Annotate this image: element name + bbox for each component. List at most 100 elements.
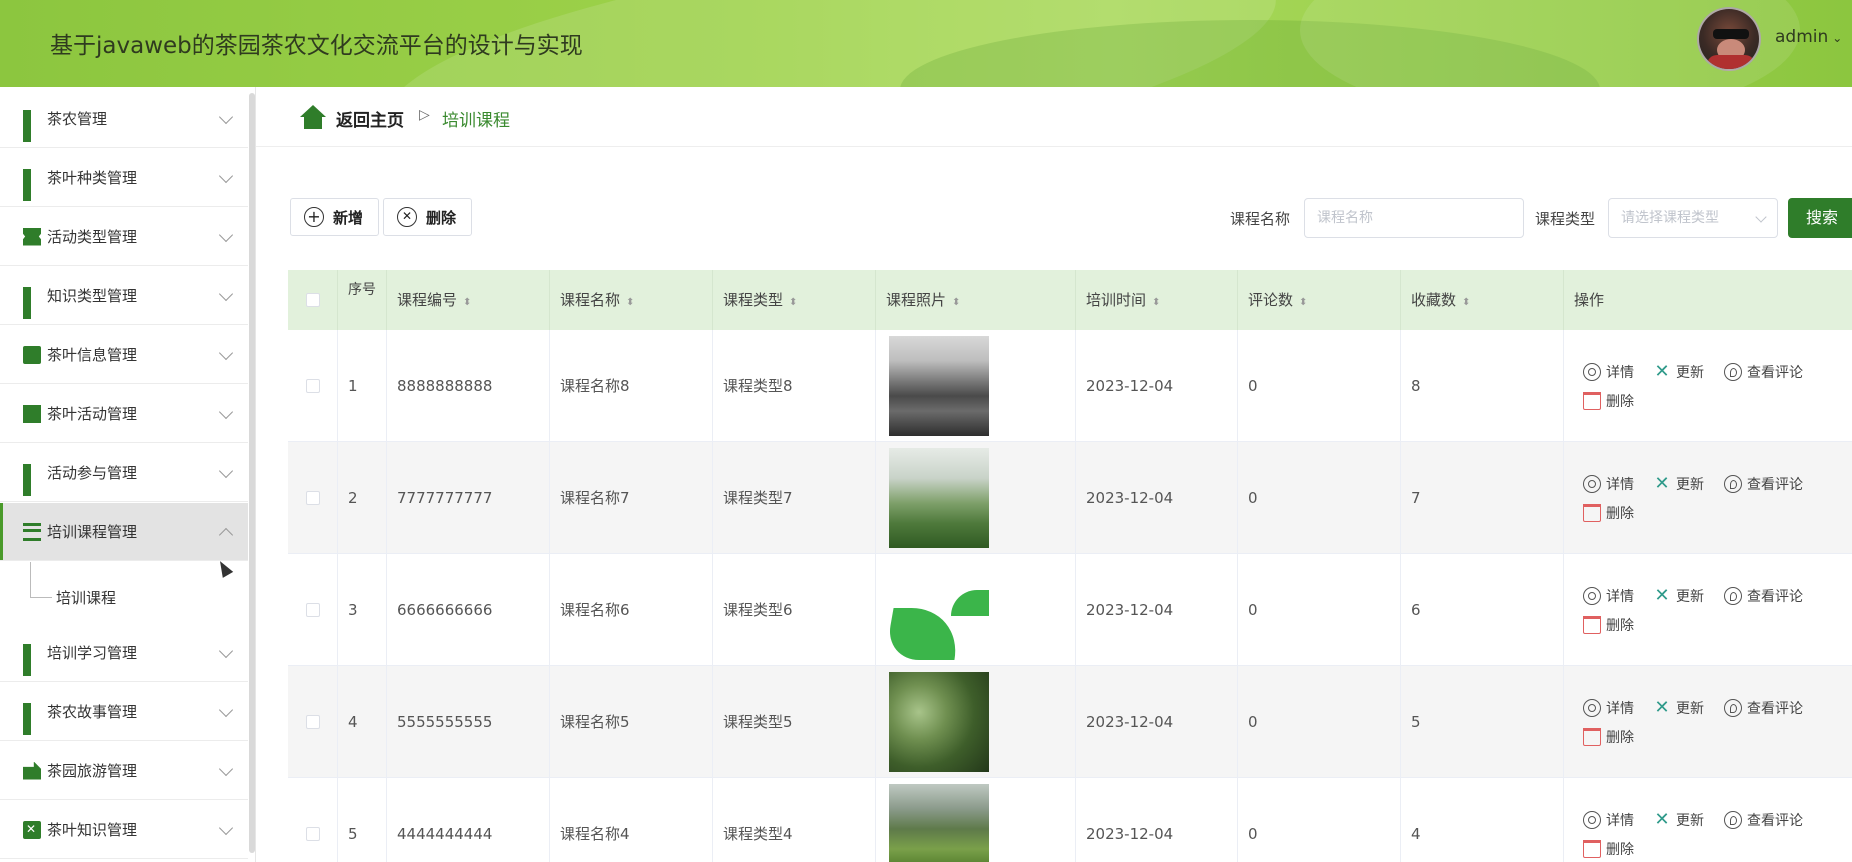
user-menu[interactable]: admin ⌄ <box>1775 27 1842 47</box>
breadcrumb-separator-icon: ▷ <box>419 107 430 123</box>
header-actions: 操作 <box>1574 291 1605 309</box>
select-all-checkbox[interactable] <box>306 293 320 307</box>
sidebar: 茶农管理 茶叶种类管理 活动类型管理 知识类型管理 茶叶信息管理 茶叶活动管理 … <box>0 87 256 862</box>
sidebar-subitem-training-course[interactable]: 培训课程 <box>0 562 248 624</box>
course-photo[interactable] <box>889 784 989 862</box>
header-type[interactable]: 课程类型 ⬍ <box>713 270 876 330</box>
sort-icon[interactable]: ⬍ <box>1152 297 1160 308</box>
header-favs[interactable]: 收藏数 ⬍ <box>1401 270 1564 330</box>
update-button[interactable]: ✕ 更新 <box>1653 698 1704 718</box>
wrench-icon: ✕ <box>1654 361 1670 382</box>
sort-icon[interactable]: ⬍ <box>1299 297 1307 308</box>
detail-label: 详情 <box>1606 813 1634 829</box>
row-checkbox[interactable] <box>306 379 320 393</box>
course-photo[interactable] <box>889 672 989 772</box>
row-delete-button[interactable]: 删除 <box>1583 727 1634 747</box>
course-type-select[interactable]: 请选择课程类型 <box>1608 198 1778 238</box>
grid-icon <box>23 286 41 319</box>
view-comments-button[interactable]: 查看评论 <box>1724 586 1803 606</box>
row-delete-button[interactable]: 删除 <box>1583 839 1634 859</box>
view-comments-button[interactable]: 查看评论 <box>1724 362 1803 382</box>
sort-icon[interactable]: ⬍ <box>789 297 797 308</box>
wrench-icon: ✕ <box>1654 473 1670 494</box>
home-icon[interactable] <box>300 105 326 129</box>
clipboard-icon <box>23 820 41 839</box>
update-button[interactable]: ✕ 更新 <box>1653 586 1704 606</box>
sort-icon[interactable]: ⬍ <box>626 297 634 308</box>
chevron-down-icon <box>218 404 234 420</box>
header-label: 课程照片 <box>886 291 947 309</box>
sidebar-item-training-course[interactable]: 培训课程管理 <box>0 503 248 561</box>
row-delete-button[interactable]: 删除 <box>1583 615 1634 635</box>
cell-type: 课程类型5 <box>713 666 876 778</box>
sidebar-item-activity-type[interactable]: 活动类型管理 <box>0 208 248 266</box>
course-photo[interactable] <box>889 560 989 660</box>
view-comments-label: 查看评论 <box>1747 589 1803 605</box>
delete-button-label: 删除 <box>426 208 457 227</box>
row-delete-label: 删除 <box>1606 730 1634 746</box>
update-label: 更新 <box>1676 589 1704 605</box>
sidebar-item-label: 茶叶种类管理 <box>47 169 138 187</box>
chart-icon <box>23 404 41 423</box>
detail-button[interactable]: 详情 <box>1583 698 1634 718</box>
row-checkbox[interactable] <box>306 827 320 841</box>
sidebar-item-farmer-story[interactable]: 茶农故事管理 <box>0 683 248 741</box>
sidebar-item-tea-info[interactable]: 茶叶信息管理 <box>0 326 248 384</box>
flag-icon <box>23 761 41 780</box>
cell-actions: 详情 ✕ 更新 查看评论 删除 <box>1583 666 1852 778</box>
course-photo[interactable] <box>889 448 989 548</box>
sidebar-item-tea-activity[interactable]: 茶叶活动管理 <box>0 385 248 443</box>
sidebar-item-garden-tour[interactable]: 茶园旅游管理 <box>0 742 248 800</box>
wrench-icon: ✕ <box>1654 697 1670 718</box>
header-comments[interactable]: 评论数 ⬍ <box>1238 270 1401 330</box>
row-delete-button[interactable]: 删除 <box>1583 503 1634 523</box>
sidebar-item-knowledge-type[interactable]: 知识类型管理 <box>0 267 248 325</box>
chevron-down-icon <box>1755 211 1767 223</box>
row-delete-button[interactable]: 删除 <box>1583 391 1634 411</box>
search-button[interactable]: 搜索 <box>1788 198 1852 238</box>
cell-code: 4444444444 <box>387 778 550 862</box>
view-comments-button[interactable]: 查看评论 <box>1724 698 1803 718</box>
row-checkbox[interactable] <box>306 603 320 617</box>
course-name-input[interactable]: 课程名称 <box>1304 198 1524 238</box>
avatar[interactable] <box>1697 7 1761 71</box>
view-comments-button[interactable]: 查看评论 <box>1724 810 1803 830</box>
detail-button[interactable]: 详情 <box>1583 474 1634 494</box>
detail-button[interactable]: 详情 <box>1583 362 1634 382</box>
sidebar-item-tea-farmer[interactable]: 茶农管理 <box>0 90 248 148</box>
header-code[interactable]: 课程编号 ⬍ <box>387 270 550 330</box>
header-time[interactable]: 培训时间 ⬍ <box>1076 270 1238 330</box>
cell-actions: 详情 ✕ 更新 查看评论 删除 <box>1583 442 1852 554</box>
update-button[interactable]: ✕ 更新 <box>1653 810 1704 830</box>
sidebar-item-activity-participation[interactable]: 活动参与管理 <box>0 444 248 502</box>
update-label: 更新 <box>1676 477 1704 493</box>
sort-icon[interactable]: ⬍ <box>463 297 471 308</box>
sidebar-item-training-study[interactable]: 培训学习管理 <box>0 624 248 682</box>
row-checkbox[interactable] <box>306 491 320 505</box>
comment-icon <box>1724 699 1742 717</box>
cell-code: 5555555555 <box>387 666 550 778</box>
delete-button[interactable]: ✕ 删除 <box>383 198 472 236</box>
row-select-cell <box>288 778 338 862</box>
breadcrumb-home[interactable]: 返回主页 <box>336 106 404 131</box>
course-photo[interactable] <box>889 336 989 436</box>
sidebar-item-tea-knowledge[interactable]: 茶叶知识管理 <box>0 801 248 859</box>
header-name[interactable]: 课程名称 ⬍ <box>550 270 713 330</box>
row-checkbox[interactable] <box>306 715 320 729</box>
header-photo[interactable]: 课程照片 ⬍ <box>876 270 1076 330</box>
search-icon <box>1583 811 1601 829</box>
detail-button[interactable]: 详情 <box>1583 810 1634 830</box>
sidebar-item-tea-category[interactable]: 茶叶种类管理 <box>0 149 248 207</box>
detail-button[interactable]: 详情 <box>1583 586 1634 606</box>
update-button[interactable]: ✕ 更新 <box>1653 362 1704 382</box>
table-header: 序号 课程编号 ⬍ 课程名称 ⬍ 课程类型 ⬍ 课程照片 ⬍ 培训时间 ⬍ 评论数 ⬍ 收藏… <box>288 270 1852 330</box>
wrench-icon: ✕ <box>1654 809 1670 830</box>
update-button[interactable]: ✕ 更新 <box>1653 474 1704 494</box>
view-comments-button[interactable]: 查看评论 <box>1724 474 1803 494</box>
user-name: admin <box>1775 27 1829 47</box>
sort-icon[interactable]: ⬍ <box>1462 297 1470 308</box>
cell-comments: 0 <box>1238 778 1401 862</box>
sort-icon[interactable]: ⬍ <box>952 297 960 308</box>
sidebar-scrollbar[interactable] <box>249 93 255 853</box>
add-button[interactable]: + 新增 <box>290 198 379 236</box>
